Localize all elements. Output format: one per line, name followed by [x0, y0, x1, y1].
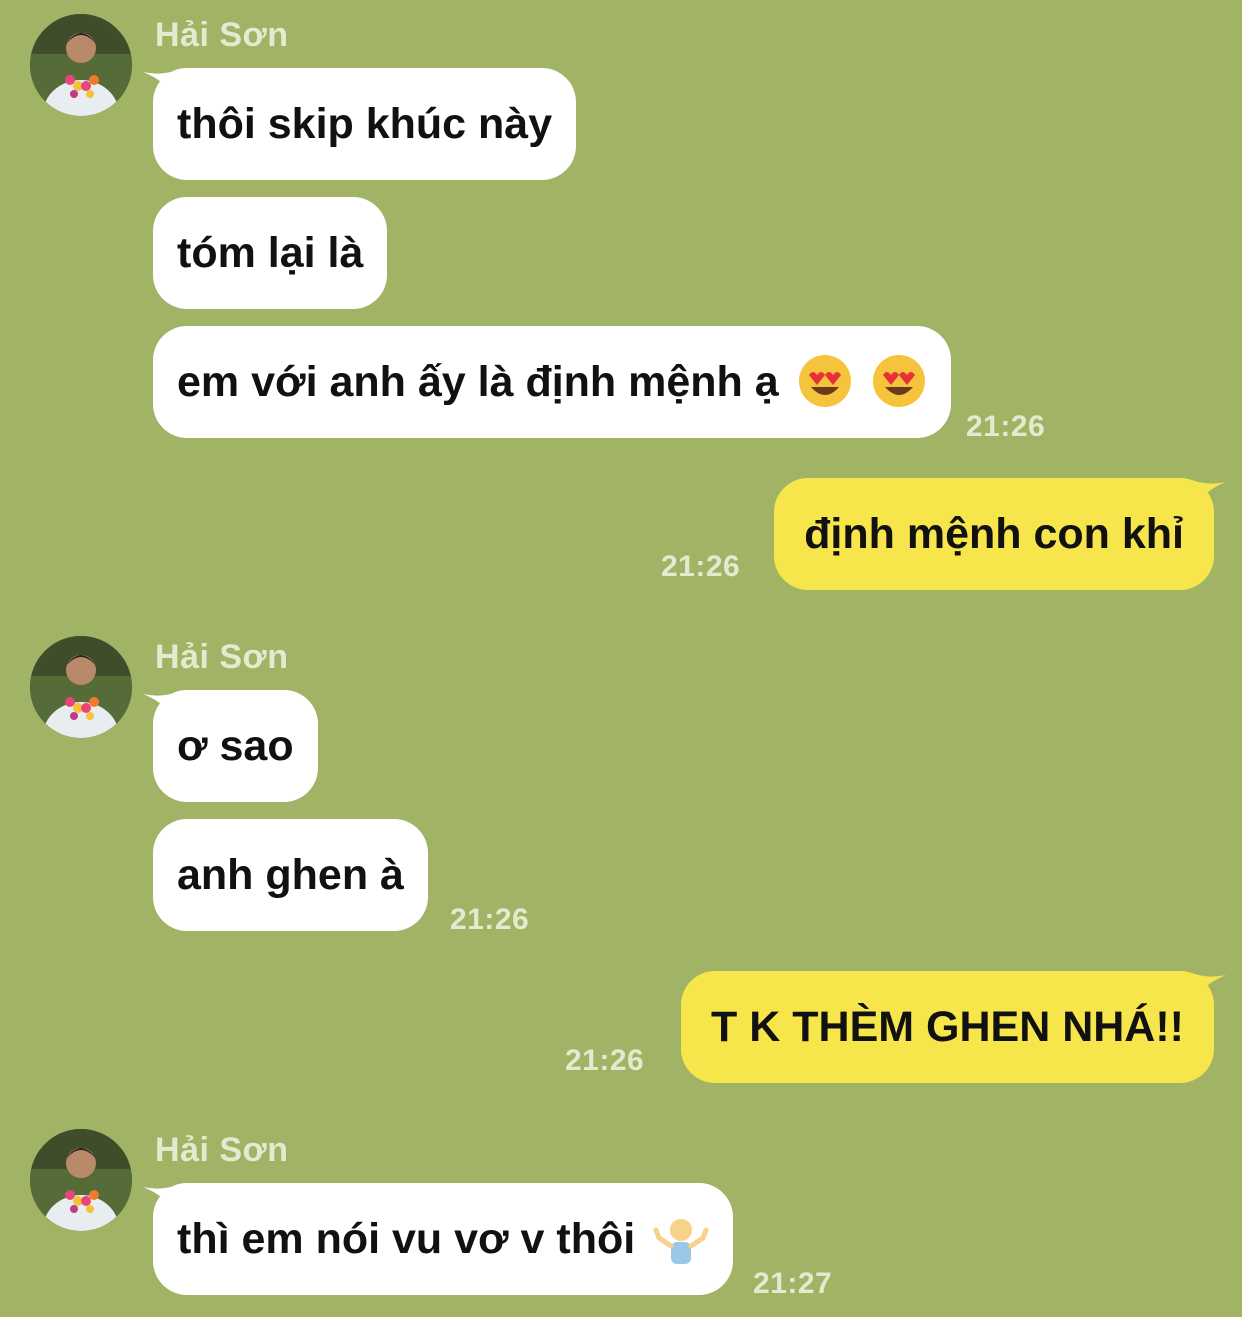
- sender-name: Hải Sơn: [155, 16, 289, 54]
- message-text: T K THÈM GHEN NHÁ!!: [711, 1003, 1184, 1051]
- heart-eyes-emoji-icon: [872, 354, 925, 407]
- avatar-image: [30, 1129, 132, 1231]
- message-bubble[interactable]: ơ sao: [153, 690, 318, 802]
- avatar[interactable]: [30, 1129, 132, 1231]
- message-text: tóm lại là: [177, 229, 364, 277]
- message-text: ơ sao: [177, 722, 294, 770]
- message-text: thì em nói vu vơ v thôi: [177, 1215, 636, 1263]
- avatar-image: [30, 636, 132, 738]
- message-bubble[interactable]: thôi skip khúc này: [153, 68, 577, 180]
- message-timestamp: 21:26: [565, 1044, 645, 1077]
- sender-name: Hải Sơn: [155, 638, 289, 676]
- message-timestamp: 21:26: [966, 410, 1046, 443]
- sender-name: Hải Sơn: [155, 1131, 289, 1169]
- message-bubble[interactable]: định mệnh con khỉ: [774, 478, 1214, 590]
- message-text: định mệnh con khỉ: [804, 510, 1184, 558]
- message-timestamp: 21:27: [753, 1267, 833, 1300]
- message-text: anh ghen à: [177, 851, 404, 899]
- avatar[interactable]: [30, 636, 132, 738]
- message-bubble[interactable]: anh ghen à: [153, 819, 428, 931]
- message-text: thôi skip khúc này: [177, 100, 553, 148]
- message-text: em với anh ấy là định mệnh ạ: [177, 358, 779, 406]
- person-shrugging-emoji-icon: [653, 1218, 709, 1264]
- avatar-image: [30, 14, 132, 116]
- message-bubble[interactable]: tóm lại là: [153, 197, 388, 309]
- heart-eyes-emoji-icon: [798, 354, 851, 407]
- message-bubble[interactable]: thì em nói vu vơ v thôi: [153, 1183, 734, 1295]
- message-bubble[interactable]: T K THÈM GHEN NHÁ!!: [681, 971, 1214, 1083]
- avatar[interactable]: [30, 14, 132, 116]
- message-bubble[interactable]: em với anh ấy là định mệnh ạ: [153, 326, 951, 438]
- message-timestamp: 21:26: [450, 903, 530, 936]
- message-timestamp: 21:26: [661, 550, 741, 583]
